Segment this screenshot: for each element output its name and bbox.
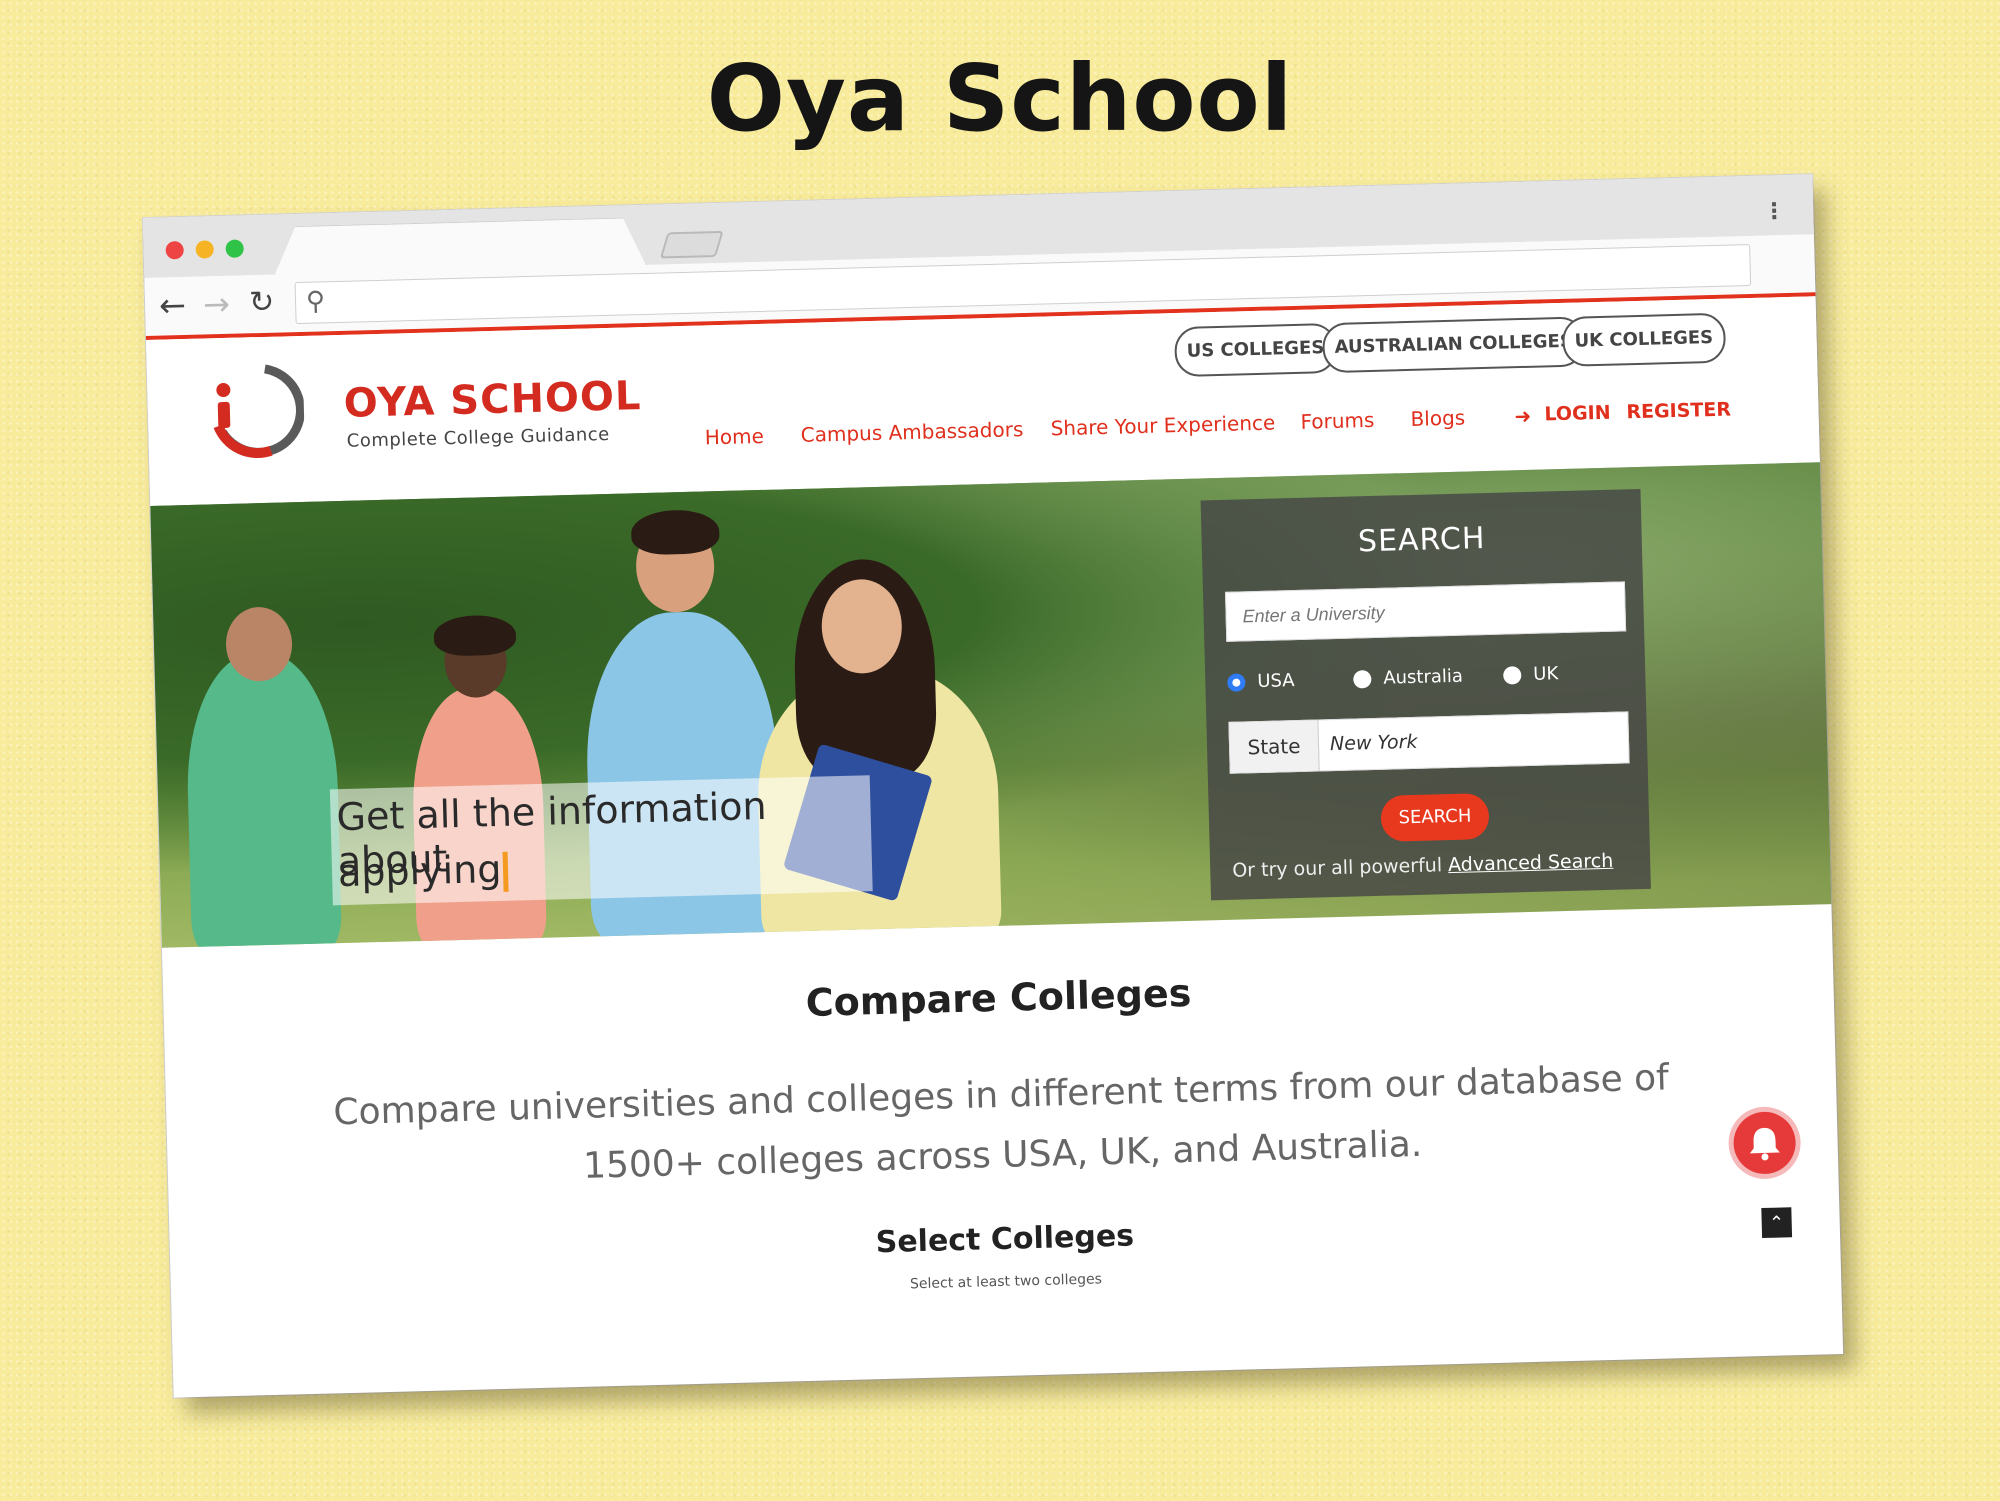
student-photo bbox=[184, 651, 343, 948]
search-panel: SEARCH USA Australia UK State New York S… bbox=[1200, 488, 1651, 901]
search-icon: ⚲ bbox=[305, 286, 326, 317]
australian-colleges-button[interactable]: AUSTRALIAN COLLEGES bbox=[1321, 316, 1586, 374]
radio-uk-label: UK bbox=[1532, 663, 1559, 685]
radio-usa-label: USA bbox=[1257, 670, 1295, 693]
reload-icon[interactable]: ↻ bbox=[249, 285, 275, 322]
compare-description: Compare universities and colleges in dif… bbox=[332, 1057, 1670, 1187]
state-field[interactable]: State New York bbox=[1228, 711, 1630, 774]
radio-unselected-icon[interactable] bbox=[1353, 670, 1372, 689]
forward-arrow-icon[interactable]: → bbox=[203, 285, 231, 324]
advanced-search-link[interactable]: Advanced Search bbox=[1448, 850, 1614, 876]
oya-logo-icon[interactable] bbox=[203, 358, 306, 461]
main-menu: Home Campus Ambassadors Share Your Exper… bbox=[704, 387, 1785, 455]
radio-australia-label: Australia bbox=[1383, 665, 1464, 689]
search-footer: Or try our all powerful Advanced Search bbox=[1232, 850, 1614, 882]
hero-caption-text: applying bbox=[337, 846, 502, 896]
menu-share-experience[interactable]: Share Your Experience bbox=[1050, 410, 1275, 440]
register-link[interactable]: REGISTER bbox=[1626, 399, 1731, 424]
login-link[interactable]: LOGIN bbox=[1544, 402, 1611, 426]
radio-uk[interactable]: UK bbox=[1503, 663, 1559, 685]
browser-window: ⋮ ← → ↻ ⚲ OYA SCHOOL Complete College Gu… bbox=[142, 174, 1844, 1398]
radio-usa[interactable]: USA bbox=[1227, 670, 1295, 693]
brand-tagline: Complete College Guidance bbox=[346, 423, 610, 452]
menu-home[interactable]: Home bbox=[704, 424, 764, 450]
login-icon: ➜ bbox=[1514, 403, 1532, 429]
uk-colleges-button[interactable]: UK COLLEGES bbox=[1561, 312, 1726, 367]
state-label: State bbox=[1229, 720, 1320, 773]
student-photo bbox=[630, 509, 720, 556]
close-window-icon[interactable] bbox=[165, 241, 184, 260]
us-colleges-button[interactable]: US COLLEGES bbox=[1174, 322, 1337, 378]
bell-icon bbox=[1749, 1127, 1780, 1161]
back-arrow-icon[interactable]: ← bbox=[159, 286, 187, 325]
radio-unselected-icon[interactable] bbox=[1503, 666, 1522, 685]
menu-forums[interactable]: Forums bbox=[1300, 408, 1374, 434]
menu-blogs[interactable]: Blogs bbox=[1410, 406, 1465, 431]
chevron-up-icon: ⌃ bbox=[1768, 1212, 1785, 1234]
radio-selected-icon[interactable] bbox=[1227, 673, 1246, 692]
menu-campus-ambassadors[interactable]: Campus Ambassadors bbox=[800, 417, 1023, 447]
compare-title: Compare Colleges bbox=[805, 970, 1192, 1025]
search-button[interactable]: SEARCH bbox=[1380, 793, 1490, 842]
search-footer-text: Or try our all powerful bbox=[1232, 854, 1449, 882]
kebab-menu-icon[interactable]: ⋮ bbox=[1763, 199, 1786, 225]
university-search-input[interactable] bbox=[1224, 581, 1627, 642]
hero-caption-line2: applying bbox=[337, 846, 509, 896]
page-title: Oya School bbox=[706, 45, 1294, 152]
state-value[interactable]: New York bbox=[1330, 731, 1418, 755]
brand-name[interactable]: OYA SCHOOL bbox=[343, 373, 642, 427]
hero-banner: Get all the information about applying S… bbox=[150, 462, 1832, 948]
typing-caret bbox=[502, 851, 509, 892]
minimize-window-icon[interactable] bbox=[195, 240, 214, 259]
scroll-to-top-button[interactable]: ⌃ bbox=[1761, 1207, 1793, 1239]
search-title: SEARCH bbox=[1357, 521, 1486, 560]
new-tab-button[interactable] bbox=[659, 230, 724, 259]
student-photo bbox=[433, 614, 517, 657]
notification-bell-button[interactable] bbox=[1732, 1111, 1797, 1175]
maximize-window-icon[interactable] bbox=[225, 239, 244, 258]
hero-caption: Get all the information about applying bbox=[329, 775, 873, 906]
radio-australia[interactable]: Australia bbox=[1353, 666, 1463, 690]
